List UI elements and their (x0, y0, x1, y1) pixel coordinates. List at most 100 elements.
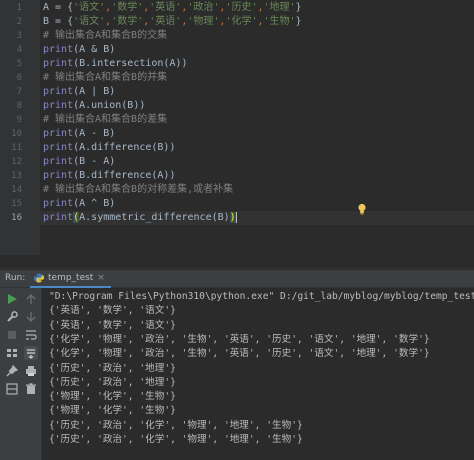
code-line[interactable]: # 输出集合A和集合B的差集 (40, 113, 474, 127)
code-token: (A.union(B)) (73, 100, 146, 111)
run-panel-label: Run: (5, 273, 26, 283)
pin-icon[interactable] (5, 364, 19, 378)
run-icon[interactable] (5, 292, 19, 306)
code-token: print (43, 44, 74, 55)
code-line[interactable]: print(A ^ B) (40, 197, 474, 211)
code-token: print (43, 142, 74, 153)
code-token: print (43, 58, 74, 69)
code-token: # 输出集合A和集合B的并集 (43, 72, 168, 83)
console-command-line: "D:\Program Files\Python310\python.exe" … (49, 291, 474, 302)
code-line[interactable]: print(B.intersection(A)) (40, 57, 474, 71)
code-token: print (43, 212, 74, 223)
code-line[interactable]: print(A & B) (40, 43, 474, 57)
run-tool-window-header: Run: temp_test × (0, 270, 474, 288)
code-token: (B.difference(A)) (73, 170, 176, 181)
code-token: '化学' (225, 16, 258, 27)
line-number: 11 (11, 143, 22, 153)
code-token: print (43, 86, 74, 97)
line-number-gutter: 1 2 3 4 5 6 7 8 9 10 11 12 13 14 15 16 (0, 0, 40, 255)
soft-wrap-icon[interactable] (24, 328, 38, 342)
code-area[interactable]: A = {'语文','数学','英语','政治','历史','地理'} B = {… (40, 0, 474, 255)
code-token: '政治' (187, 2, 220, 13)
code-token: '物理' (187, 16, 220, 27)
python-file-icon (34, 273, 44, 283)
code-token: A.symmetric_difference(B) (79, 212, 230, 223)
code-token: '数学' (111, 2, 144, 13)
code-line[interactable]: B = {'语文','数学','英语','物理','化学','生物'} (40, 15, 474, 29)
line-number: 7 (16, 87, 22, 97)
console-output-line: {'物理', '化学', '生物'} (49, 405, 176, 417)
code-token: # 输出集合A和集合B的交集 (43, 30, 168, 41)
code-token: (B.intersection(A)) (73, 58, 188, 69)
line-number: 8 (16, 101, 22, 111)
line-number: 9 (16, 115, 22, 125)
code-token: (A & B) (73, 44, 116, 55)
line-number: 5 (16, 59, 22, 69)
code-line[interactable]: # 输出集合A和集合B的并集 (40, 71, 474, 85)
code-token: (A - B) (73, 128, 116, 139)
line-number: 1 (16, 3, 22, 13)
code-token: '英语' (149, 2, 182, 13)
code-line[interactable]: print(B.difference(A)) (40, 169, 474, 183)
code-token: B = { (43, 16, 74, 27)
line-number: 6 (16, 73, 22, 83)
code-editor[interactable]: 1 2 3 4 5 6 7 8 9 10 11 12 13 14 15 16 A = {'语文','数学','… (0, 0, 474, 255)
console-output-line: {'英语', '数学', '语文'} (49, 305, 176, 317)
scroll-up-icon[interactable] (24, 292, 38, 306)
run-tab-label: temp_test (48, 273, 94, 283)
scroll-down-icon[interactable] (24, 310, 38, 324)
rerun-icon[interactable] (5, 346, 19, 360)
line-number: 4 (16, 45, 22, 55)
trash-icon[interactable] (24, 382, 38, 396)
line-number: 14 (11, 185, 22, 195)
code-token: (B - A) (73, 156, 116, 167)
code-token: '语文' (73, 16, 106, 27)
code-token: '历史' (225, 2, 258, 13)
line-number: 13 (11, 171, 22, 181)
code-token: # 输出集合A和集合B的差集 (43, 114, 168, 125)
code-token: '语文' (73, 2, 106, 13)
code-token: print (43, 100, 74, 111)
lightbulb-icon[interactable] (357, 203, 367, 215)
line-number: 2 (16, 17, 22, 27)
code-token: print (43, 170, 74, 181)
wrench-icon[interactable] (5, 310, 19, 324)
code-token: print (43, 156, 74, 167)
console-output-line: {'历史', '政治', '化学', '物理', '地理', '生物'} (49, 419, 303, 431)
console-output-line: {'英语', '数学', '语文'} (49, 319, 176, 331)
close-icon[interactable]: × (97, 273, 105, 283)
text-cursor (235, 211, 237, 223)
code-token: print (43, 198, 74, 209)
code-line[interactable]: print(A.difference(B)) (40, 141, 474, 155)
code-token: print (43, 128, 74, 139)
code-line[interactable]: print(A | B) (40, 85, 474, 99)
line-number: 16 (11, 213, 22, 223)
code-token: } (295, 16, 302, 27)
print-icon[interactable] (24, 364, 38, 378)
console-output[interactable]: "D:\Program Files\Python310\python.exe" … (42, 288, 474, 460)
code-token: '生物' (263, 16, 296, 27)
code-token: '地理' (263, 2, 296, 13)
code-line[interactable]: print(A.symmetric_difference(B)) (40, 211, 474, 225)
code-token: (A ^ B) (73, 198, 116, 209)
editor-console-divider[interactable] (0, 255, 474, 269)
code-line[interactable]: print(A - B) (40, 127, 474, 141)
code-line[interactable]: print(B - A) (40, 155, 474, 169)
scroll-to-end-icon[interactable] (24, 346, 38, 360)
code-line[interactable]: print(A.union(B)) (40, 99, 474, 113)
code-line[interactable]: A = {'语文','数学','英语','政治','历史','地理'} (40, 1, 474, 15)
console-output-line: {'历史', '政治', '地理'} (49, 376, 176, 388)
code-token: A = { (43, 2, 74, 13)
code-line[interactable]: # 输出集合A和集合B的对称差集,或者补集 (40, 183, 474, 197)
line-number: 15 (11, 199, 22, 209)
code-token: '英语' (149, 16, 182, 27)
code-line[interactable]: # 输出集合A和集合B的交集 (40, 29, 474, 43)
stop-icon[interactable] (5, 328, 19, 342)
line-number: 3 (16, 31, 22, 41)
code-token: } (295, 2, 302, 13)
run-tab-temp-test[interactable]: temp_test × (30, 270, 111, 288)
layout-icon[interactable] (5, 382, 19, 396)
console-output-line: {'化学', '物理', '政治', '生物', '英语', '历史', '语文… (49, 333, 430, 345)
code-token: (A | B) (73, 86, 116, 97)
console-output-line: {'化学', '物理', '政治', '生物', '英语', '历史', '语文… (49, 348, 430, 360)
